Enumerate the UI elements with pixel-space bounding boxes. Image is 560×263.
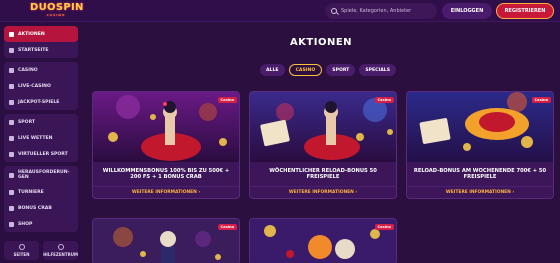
sidebar-item-label: LIVE WETTEN	[18, 135, 53, 141]
sidebar-group-sport: SPORT LIVE WETTEN VIRTUELLER SPORT	[4, 114, 78, 162]
pages-button[interactable]: SEITEN	[4, 241, 39, 260]
sidebar-item-label: CASINO	[18, 67, 38, 73]
filter-alle[interactable]: ALLE	[260, 64, 285, 76]
more-info-label: WEITERE INFORMATIONEN	[445, 190, 511, 195]
top-bar: DUOSPIN CASINO Spiele, Kategorien, Anbie…	[0, 0, 560, 22]
logo-text: DUOSPIN	[30, 2, 84, 13]
promo-image: Casino	[93, 219, 239, 263]
more-info-link[interactable]: WEITERE INFORMATIONEN ›	[250, 186, 396, 198]
category-badge: Casino	[531, 97, 551, 103]
promo-card[interactable]: Casino	[249, 218, 397, 263]
jackpot-icon	[9, 99, 14, 105]
sidebar-item-bonus-crab[interactable]: BONUS CRAB	[4, 200, 78, 216]
help-icon	[57, 244, 64, 250]
login-button[interactable]: EINLOGGEN	[442, 3, 492, 19]
sidebar-item-label: BONUS CRAB	[18, 205, 52, 211]
chevron-right-icon: ›	[512, 190, 515, 195]
sidebar-item-label: LIVE-CASINO	[18, 83, 51, 89]
crab-icon	[9, 205, 14, 211]
sidebar-group-extras: HERAUSFORDERUN-GEN TURNIERE BONUS CRAB S…	[4, 166, 78, 232]
filter-sport[interactable]: SPORT	[326, 64, 356, 76]
more-info-label: WEITERE INFORMATIONEN	[131, 190, 197, 195]
sidebar-item-jackpot[interactable]: JACKPOT-SPIELE	[4, 94, 78, 110]
promo-card[interactable]: Casino WÖCHENTLICHER RELOAD-BONUS 50 FRE…	[249, 91, 397, 199]
sidebar-item-live-wetten[interactable]: LIVE WETTEN	[4, 130, 78, 146]
live-bet-icon	[9, 135, 14, 141]
filter-specials[interactable]: SPECIALS	[359, 64, 396, 76]
more-info-link[interactable]: WEITERE INFORMATIONEN ›	[407, 186, 553, 198]
sidebar-item-casino[interactable]: CASINO	[4, 62, 78, 78]
help-label: HILFEZENTRUM	[43, 252, 78, 257]
chevron-right-icon: ›	[355, 190, 358, 195]
virtual-icon	[9, 151, 14, 157]
promo-image: Casino	[250, 219, 396, 263]
promo-title: RELOAD-BONUS AM WOCHENENDE 700€ + 50 FRE…	[413, 167, 547, 181]
sidebar-group-casino: CASINO LIVE-CASINO JACKPOT-SPIELE	[4, 62, 78, 110]
sidebar-item-aktionen[interactable]: AKTIONEN	[4, 26, 78, 42]
promo-image: Casino	[407, 92, 553, 162]
cards-icon	[9, 67, 14, 73]
filter-tabs: ALLE CASINO SPORT SPECIALS	[260, 64, 396, 78]
category-badge: Casino	[374, 224, 394, 230]
ball-icon	[9, 119, 14, 125]
sidebar-item-label: SHOP	[18, 221, 33, 227]
pages-icon	[18, 244, 25, 250]
search-icon	[331, 8, 337, 14]
sidebar-item-label: AKTIONEN	[18, 31, 45, 37]
sidebar-item-label: TURNIERE	[18, 189, 44, 195]
sidebar-item-label: JACKPOT-SPIELE	[18, 99, 60, 105]
logo-tagline: CASINO	[46, 13, 66, 17]
sidebar-item-live-casino[interactable]: LIVE-CASINO	[4, 78, 78, 94]
more-info-label: WEITERE INFORMATIONEN	[288, 190, 354, 195]
chevron-right-icon: ›	[198, 190, 201, 195]
category-badge: Casino	[217, 224, 237, 230]
tournament-icon	[9, 189, 14, 195]
home-icon	[9, 47, 14, 53]
live-icon	[9, 83, 14, 89]
sidebar-item-label: SPORT	[18, 119, 36, 125]
category-badge: Casino	[374, 97, 394, 103]
filter-casino[interactable]: CASINO	[288, 64, 323, 76]
sidebar-item-turniere[interactable]: TURNIERE	[4, 184, 78, 200]
more-info-link[interactable]: WEITERE INFORMATIONEN ›	[93, 186, 239, 198]
sidebar: AKTIONEN STARTSEITE CASINO LIVE-CASINO J…	[0, 22, 82, 263]
sidebar-item-startseite[interactable]: STARTSEITE	[4, 42, 78, 58]
promo-card[interactable]: Casino WILLKOMMENSBONUS 100% BIS ZU 500€…	[92, 91, 240, 199]
sidebar-item-label: VIRTUELLER SPORT	[18, 151, 68, 157]
help-center-button[interactable]: HILFEZENTRUM	[43, 241, 78, 260]
sidebar-item-virtueller-sport[interactable]: VIRTUELLER SPORT	[4, 146, 78, 162]
gift-icon	[9, 31, 14, 37]
sidebar-group-main: AKTIONEN STARTSEITE	[4, 26, 78, 58]
promo-card[interactable]: Casino	[92, 218, 240, 263]
register-button[interactable]: REGISTRIEREN	[496, 3, 554, 19]
promo-card[interactable]: Casino RELOAD-BONUS AM WOCHENENDE 700€ +…	[406, 91, 554, 199]
promo-image: Casino	[250, 92, 396, 162]
sidebar-item-shop[interactable]: SHOP	[4, 216, 78, 232]
pages-label: SEITEN	[13, 252, 30, 257]
sidebar-bottom: SEITEN HILFEZENTRUM	[4, 241, 78, 260]
promo-image: Casino	[93, 92, 239, 162]
promo-title: WÖCHENTLICHER RELOAD-BONUS 50 FREISPIELE	[269, 167, 377, 181]
trophy-icon	[9, 172, 14, 178]
sidebar-item-sport[interactable]: SPORT	[4, 114, 78, 130]
sidebar-item-herausforderungen[interactable]: HERAUSFORDERUN-GEN	[4, 166, 78, 184]
sidebar-item-label: STARTSEITE	[18, 47, 49, 53]
page-title: AKTIONEN	[289, 37, 353, 48]
promo-title: WILLKOMMENSBONUS 100% BIS ZU 500€ + 200 …	[102, 167, 230, 181]
logo[interactable]: DUOSPIN CASINO	[30, 2, 84, 20]
sidebar-item-label: HERAUSFORDERUN-GEN	[18, 169, 70, 181]
search-placeholder: Spiele, Kategorien, Anbieter	[341, 8, 412, 14]
category-badge: Casino	[217, 97, 237, 103]
shop-icon	[9, 221, 14, 227]
search-input[interactable]: Spiele, Kategorien, Anbieter	[325, 3, 437, 19]
